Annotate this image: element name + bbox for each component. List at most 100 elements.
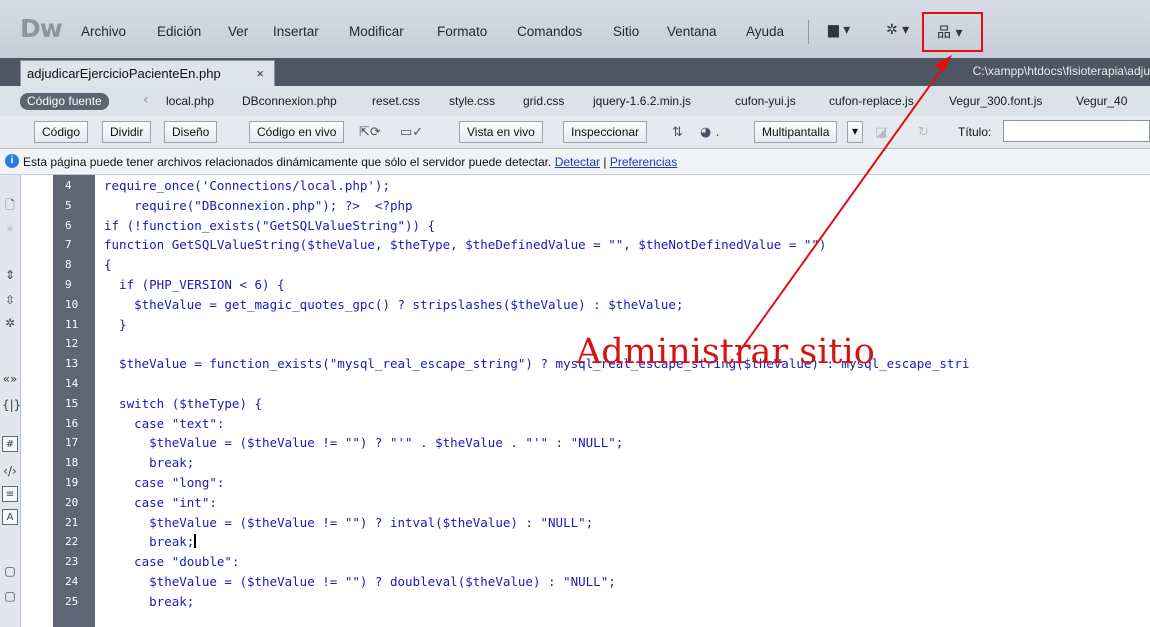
line-number: 11 [65, 317, 79, 331]
balance-braces-icon[interactable]: {|} [2, 397, 21, 413]
collapse-selection-icon[interactable]: ⇳ [2, 292, 18, 308]
line-number: 8 [65, 258, 72, 272]
menu-modificar[interactable]: Modificar [349, 24, 404, 39]
related-file[interactable]: jquery-1.6.2.min.js [593, 94, 691, 108]
layout-icon[interactable]: ▆ ▾ [828, 22, 850, 38]
coding-toolbar: 🗋 ✳ ⇕ ⇳ ✲ «» {|} # ‹/› ≡ A ▢ ▢ [0, 175, 21, 627]
code-editor[interactable]: require_once('Connections/local.php'); r… [95, 175, 1150, 627]
menu-archivo[interactable]: Archivo [81, 24, 126, 39]
code-line: if (!function_exists("GetSQLValueString"… [104, 217, 436, 233]
related-file[interactable]: reset.css [372, 94, 420, 108]
design-view-button[interactable]: Diseño [164, 121, 218, 143]
related-file[interactable]: grid.css [523, 94, 564, 108]
related-file[interactable]: DBconnexion.php [242, 94, 337, 108]
code-line: $theValue = ($theValue != "") ? doubleva… [104, 574, 616, 589]
close-icon[interactable]: × [256, 66, 264, 81]
gear-icon[interactable]: ✲ ▾ [886, 22, 909, 38]
word-wrap-icon[interactable]: ≡ [2, 486, 18, 502]
site-manager-highlight-box [922, 12, 983, 52]
live-view-button[interactable]: Vista en vivo [459, 121, 543, 143]
code-line: case "int": [104, 494, 217, 510]
related-files-bar: Código fuente ‹ local.php DBconnexion.ph… [0, 86, 1150, 117]
menu-sitio[interactable]: Sitio [613, 24, 639, 39]
highlight-invalid-code-icon[interactable]: ‹/› [2, 463, 18, 479]
line-number: 9 [65, 278, 72, 291]
code-line: function GetSQLValueString($theValue, $t… [104, 237, 827, 253]
related-file[interactable]: local.php [166, 94, 214, 108]
code-line: $theValue = get_magic_quotes_gpc() ? str… [104, 296, 684, 312]
line-number: 4 [65, 179, 72, 192]
menu-ayuda[interactable]: Ayuda [746, 24, 784, 39]
line-number: 13 [65, 357, 79, 371]
document-path: C:\xampp\htdocs\fisioterapia\adju [972, 64, 1150, 78]
code-line: break; [104, 593, 195, 609]
apply-comment-icon[interactable]: ▢ [2, 563, 18, 579]
remove-comment-icon[interactable]: ▢ [2, 588, 18, 604]
related-file[interactable]: cufon-replace.js [829, 94, 914, 108]
menu-ventana[interactable]: Ventana [667, 24, 717, 39]
menu-ver[interactable]: Ver [228, 24, 248, 39]
inspect-button[interactable]: Inspeccionar [563, 121, 648, 143]
line-number: 6 [65, 218, 72, 232]
line-number: 25 [65, 594, 79, 608]
split-view-button[interactable]: Dividir [102, 121, 152, 143]
source-code-button[interactable]: Código fuente [20, 93, 109, 110]
related-file[interactable]: Vegur_40 [1076, 94, 1127, 108]
line-number: 22 [65, 535, 79, 549]
select-parent-tag-icon[interactable]: «» [2, 371, 18, 387]
multiscreen-button[interactable]: Multipantalla [754, 121, 838, 143]
related-file[interactable]: style.css [449, 94, 495, 108]
chevron-left-icon[interactable]: ‹ [143, 92, 149, 108]
info-separator: | [603, 155, 607, 169]
info-message: Esta página puede tener archivos relacio… [23, 155, 552, 169]
multiscreen-dropdown[interactable]: ▾ [847, 121, 864, 143]
line-number: 24 [65, 575, 79, 588]
syntax-coloring-icon[interactable]: A [2, 509, 18, 525]
code-line: require_once('Connections/local.php'); [104, 178, 390, 193]
preferences-link[interactable]: Preferencias [610, 155, 677, 169]
browser-navigation-icon[interactable]: ⇅ [672, 125, 683, 140]
code-line: case "long": [104, 475, 225, 490]
code-line: $theValue = ($theValue != "") ? intval($… [104, 514, 594, 530]
info-icon: i [5, 154, 19, 168]
line-number: 10 [65, 297, 79, 311]
menu-edicion[interactable]: Edición [157, 24, 201, 39]
code-line: require("DBconnexion.php"); ?> <?php [104, 197, 413, 213]
page-title-input[interactable] [1003, 120, 1150, 142]
code-line: switch ($theType) { [104, 395, 263, 411]
line-number: 20 [65, 495, 79, 509]
menu-insertar[interactable]: Insertar [273, 24, 319, 39]
code-line: if (PHP_VERSION < 6) { [104, 277, 285, 292]
code-line: case "text": [104, 415, 225, 431]
menu-comandos[interactable]: Comandos [517, 24, 582, 39]
menu-formato[interactable]: Formato [437, 24, 487, 39]
dreamweaver-logo: Dw [20, 14, 63, 43]
show-code-navigator-icon: ✳ [4, 222, 16, 236]
related-file[interactable]: Vegur_300.font.js [949, 94, 1042, 108]
detect-link[interactable]: Detectar [555, 155, 600, 169]
live-options-icon[interactable]: ▭✓ [400, 125, 423, 140]
code-line: break; [104, 534, 197, 550]
line-number: 21 [65, 515, 79, 529]
inspect-arrow-icon[interactable]: ⇱⟳ [359, 125, 381, 140]
live-code-button[interactable]: Código en vivo [249, 121, 345, 143]
preview-in-browser-icon[interactable]: ◕ . [700, 125, 720, 140]
collapse-full-tag-icon[interactable]: ⇕ [2, 267, 18, 283]
document-tab[interactable]: adjudicarEjercicioPacienteEn.php × [20, 60, 275, 86]
open-documents-icon[interactable]: 🗋 [2, 197, 18, 213]
line-number: 19 [65, 476, 79, 489]
line-number: 15 [65, 396, 79, 410]
code-view-button[interactable]: Código [34, 121, 89, 143]
expand-all-icon[interactable]: ✲ [2, 315, 18, 331]
line-numbers-icon[interactable]: # [2, 436, 18, 452]
code-line: { [104, 257, 112, 273]
related-file[interactable]: cufon-yui.js [735, 94, 796, 108]
code-line: $theValue = ($theValue != "") ? "'" . $t… [104, 435, 624, 451]
document-tab-label: adjudicarEjercicioPacienteEn.php [27, 66, 221, 81]
line-number: 16 [65, 416, 79, 430]
title-label: Título: [958, 125, 992, 139]
line-number: 23 [65, 555, 79, 569]
refresh-icon: ↻ [918, 125, 929, 140]
annotation-label: Administrar sitio [576, 332, 875, 372]
menu-bar: Dw Archivo Edición Ver Insertar Modifica… [0, 0, 1150, 58]
